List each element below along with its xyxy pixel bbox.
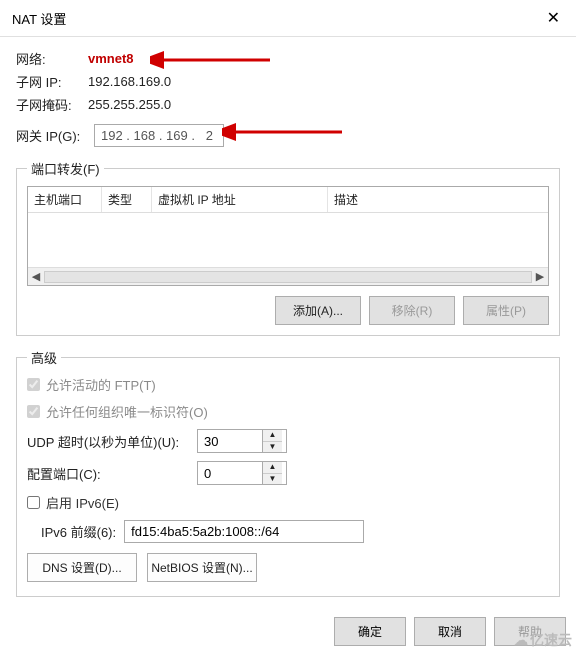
network-label: 网络: xyxy=(16,49,88,68)
help-button[interactable]: 帮助 xyxy=(494,617,566,646)
col-type[interactable]: 类型 xyxy=(102,187,152,212)
stepper-up-icon[interactable]: ▲ xyxy=(263,462,282,474)
subnet-ip-label: 子网 IP: xyxy=(16,72,88,91)
close-icon[interactable]: ✕ xyxy=(541,6,566,30)
window-title: NAT 设置 xyxy=(12,9,66,28)
network-value: vmnet8 xyxy=(88,51,134,66)
stepper-down-icon[interactable]: ▼ xyxy=(263,442,282,453)
dns-settings-button[interactable]: DNS 设置(D)... xyxy=(27,553,137,582)
col-host-port[interactable]: 主机端口 xyxy=(28,187,102,212)
udp-timeout-stepper[interactable]: ▲▼ xyxy=(197,429,287,453)
col-desc[interactable]: 描述 xyxy=(328,187,548,212)
stepper-down-icon[interactable]: ▼ xyxy=(263,474,282,485)
remove-button[interactable]: 移除(R) xyxy=(369,296,455,325)
config-port-label: 配置端口(C): xyxy=(27,464,197,483)
horizontal-scrollbar[interactable]: ◀ ▶ xyxy=(28,267,548,285)
orgid-checkbox-label: 允许任何组织唯一标识符(O) xyxy=(46,402,208,421)
ipv6-prefix-label: IPv6 前缀(6): xyxy=(41,522,116,541)
ftp-checkbox-input[interactable] xyxy=(27,378,40,391)
advanced-legend: 高级 xyxy=(27,348,61,367)
port-forward-group: 端口转发(F) 主机端口 类型 虚拟机 IP 地址 描述 ◀ ▶ 添加(A)..… xyxy=(16,159,560,336)
ipv6-checkbox-label: 启用 IPv6(E) xyxy=(46,493,119,512)
netbios-settings-button[interactable]: NetBIOS 设置(N)... xyxy=(147,553,257,582)
ipv6-prefix-input[interactable] xyxy=(124,520,364,543)
scroll-right-icon[interactable]: ▶ xyxy=(532,270,548,283)
ipv6-checkbox-input[interactable] xyxy=(27,496,40,509)
subnet-mask-label: 子网掩码: xyxy=(16,95,88,114)
subnet-mask-value: 255.255.255.0 xyxy=(88,97,171,112)
port-forward-table[interactable]: 主机端口 类型 虚拟机 IP 地址 描述 ◀ ▶ xyxy=(27,186,549,286)
cancel-button[interactable]: 取消 xyxy=(414,617,486,646)
add-button[interactable]: 添加(A)... xyxy=(275,296,361,325)
port-forward-legend: 端口转发(F) xyxy=(27,159,104,178)
udp-timeout-label: UDP 超时(以秒为单位)(U): xyxy=(27,432,197,451)
config-port-stepper[interactable]: ▲▼ xyxy=(197,461,287,485)
gateway-input[interactable] xyxy=(94,124,224,147)
ok-button[interactable]: 确定 xyxy=(334,617,406,646)
config-port-input[interactable] xyxy=(198,462,262,484)
scroll-track[interactable] xyxy=(44,271,532,283)
gateway-label: 网关 IP(G): xyxy=(16,126,94,145)
udp-timeout-input[interactable] xyxy=(198,430,262,452)
ftp-checkbox-label: 允许活动的 FTP(T) xyxy=(46,375,156,394)
scroll-left-icon[interactable]: ◀ xyxy=(28,270,44,283)
table-body-empty xyxy=(28,213,548,267)
subnet-ip-value: 192.168.169.0 xyxy=(88,74,171,89)
orgid-checkbox-input[interactable] xyxy=(27,405,40,418)
ipv6-checkbox[interactable]: 启用 IPv6(E) xyxy=(27,493,119,512)
properties-button[interactable]: 属性(P) xyxy=(463,296,549,325)
stepper-up-icon[interactable]: ▲ xyxy=(263,430,282,442)
ftp-checkbox[interactable]: 允许活动的 FTP(T) xyxy=(27,375,156,394)
orgid-checkbox[interactable]: 允许任何组织唯一标识符(O) xyxy=(27,402,208,421)
advanced-group: 高级 允许活动的 FTP(T) 允许任何组织唯一标识符(O) UDP 超时(以秒… xyxy=(16,348,560,597)
col-vm-ip[interactable]: 虚拟机 IP 地址 xyxy=(152,187,328,212)
